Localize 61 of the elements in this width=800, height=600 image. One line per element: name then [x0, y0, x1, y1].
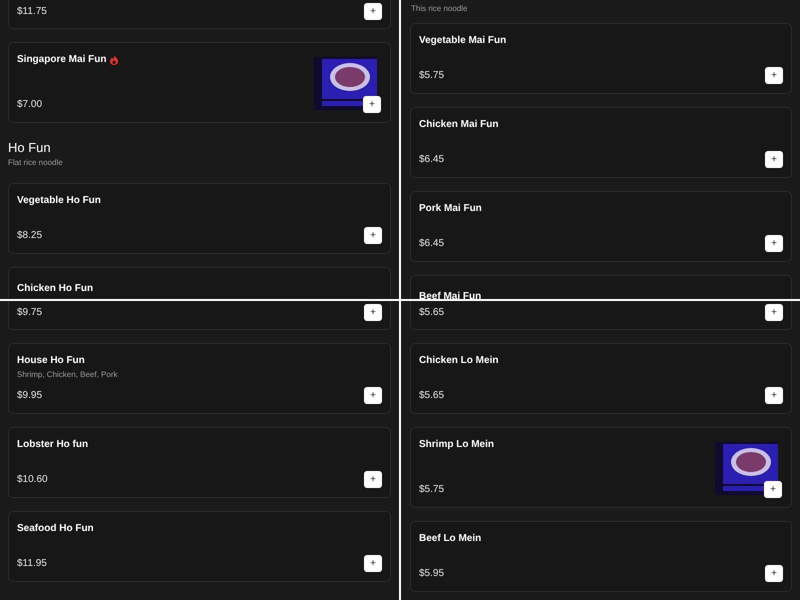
- add-button[interactable]: +: [765, 565, 783, 582]
- item-name: Vegetable Ho Fun: [17, 194, 101, 208]
- menu-item-card[interactable]: Chicken Mai Fun $6.45 +: [410, 107, 792, 178]
- item-price: $5.75: [419, 483, 444, 497]
- item-description: Shrimp, Chicken, Beef, Pork: [17, 369, 118, 381]
- add-button[interactable]: +: [364, 227, 382, 244]
- add-button[interactable]: +: [765, 235, 783, 252]
- item-name: Vegetable Mai Fun: [419, 34, 506, 48]
- item-name: House Ho Fun: [17, 354, 85, 368]
- item-price: $7.00: [17, 98, 42, 112]
- section-subtitle: This rice noodle: [411, 4, 468, 14]
- menu-item-card[interactable]: Singapore Mai Fun $7.00 +: [8, 42, 391, 123]
- item-price: $6.45: [419, 153, 444, 167]
- item-name: Pork Mai Fun: [419, 202, 482, 216]
- item-name: Beef Lo Mein: [419, 532, 482, 546]
- add-button[interactable]: +: [765, 387, 783, 404]
- add-button[interactable]: +: [364, 471, 382, 488]
- add-button[interactable]: +: [765, 304, 783, 321]
- menu-item-card[interactable]: Chicken Lo Mein $5.65 +: [410, 343, 792, 414]
- item-price: $6.45: [419, 237, 444, 251]
- menu-item-card[interactable]: House Ho Fun Shrimp, Chicken, Beef, Pork $9.95 +: [8, 343, 391, 414]
- section-subtitle: Flat rice noodle: [8, 158, 64, 168]
- menu-item-card[interactable]: Lobster Ho fun $10.60 +: [8, 427, 391, 498]
- item-name: Shrimp Lo Mein: [419, 438, 494, 452]
- item-name: Chicken Mai Fun: [419, 118, 498, 132]
- item-price: $9.75: [17, 306, 42, 320]
- item-price: $11.95: [17, 557, 47, 571]
- item-price: $5.65: [419, 306, 444, 320]
- item-name: Chicken Lo Mein: [419, 354, 498, 368]
- section-title: Ho Fun: [8, 140, 52, 156]
- menu-item-card[interactable]: $5.65 +: [410, 301, 792, 330]
- item-name: Chicken Ho Fun: [17, 283, 94, 294]
- item-price: $5.65: [419, 389, 444, 403]
- item-price: $10.60: [17, 473, 48, 487]
- item-price: $5.75: [419, 69, 444, 83]
- menu-item-card[interactable]: Beef Mai Fun: [410, 275, 792, 299]
- menu-item-card[interactable]: Beef Lo Mein $5.95 +: [410, 521, 792, 592]
- add-button[interactable]: +: [363, 96, 381, 113]
- item-name: Seafood Ho Fun: [17, 522, 94, 536]
- item-price: $9.95: [17, 389, 42, 403]
- add-button[interactable]: +: [364, 387, 382, 404]
- add-button[interactable]: +: [764, 481, 782, 498]
- add-button[interactable]: +: [364, 304, 382, 321]
- menu-item-card[interactable]: Seafood Ho Fun $11.95 +: [8, 511, 391, 582]
- add-button[interactable]: +: [765, 67, 783, 84]
- menu-item-card[interactable]: Chicken Ho Fun: [8, 267, 391, 297]
- add-button[interactable]: +: [765, 151, 783, 168]
- item-price: $8.25: [17, 229, 42, 243]
- item-name: Lobster Ho fun: [17, 438, 88, 452]
- item-name: Singapore Mai Fun: [17, 53, 106, 67]
- menu-item-card[interactable]: Shrimp Lo Mein $5.75 +: [410, 427, 792, 508]
- menu-item-card[interactable]: $11.75 +: [8, 0, 391, 29]
- menu-item-card[interactable]: $9.75 +: [8, 301, 391, 330]
- item-price: $11.75: [17, 5, 47, 19]
- add-button[interactable]: +: [364, 3, 382, 20]
- menu-item-card[interactable]: Pork Mai Fun $6.45 +: [410, 191, 792, 262]
- add-button[interactable]: +: [364, 555, 382, 572]
- item-price: $5.95: [419, 567, 444, 581]
- menu-item-card[interactable]: Vegetable Mai Fun $5.75 +: [410, 23, 792, 94]
- menu-item-card[interactable]: Vegetable Ho Fun $8.25 +: [8, 183, 391, 254]
- item-name: Beef Mai Fun: [419, 291, 482, 299]
